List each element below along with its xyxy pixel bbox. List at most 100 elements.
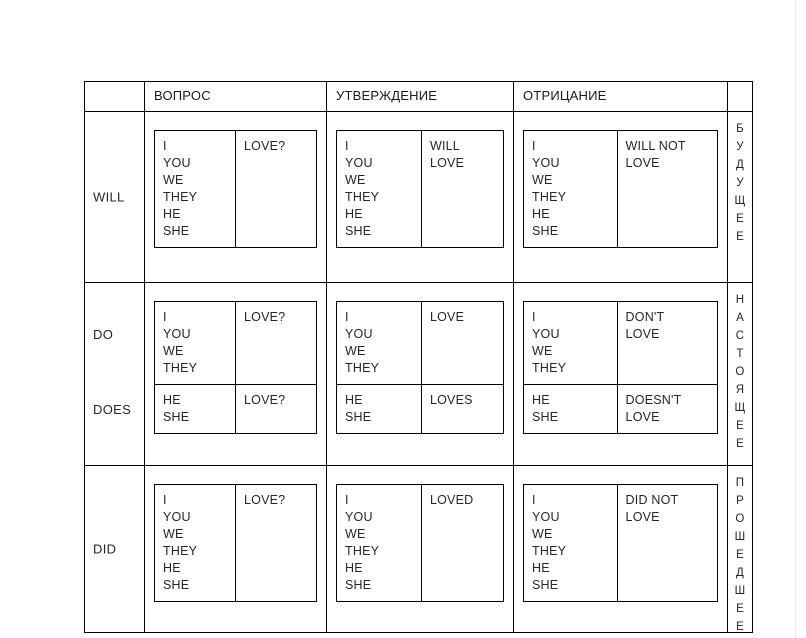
text-line: I — [163, 493, 167, 507]
predicate-list-past-negative: DID NOT LOVE — [618, 485, 717, 533]
text-line: LOVED — [429, 493, 474, 507]
subject-list-future-affirmative: I YOU WE THEY HE SHE — [337, 131, 421, 247]
predicate-list-present-negative-plural: DON'T LOVE — [618, 302, 717, 350]
subject-box: HE SHE — [524, 385, 618, 433]
table-row-future: WILL I YOU WE THEY HE SHE LOVE? I YOU WE… — [84, 111, 753, 283]
text-line: HE — [345, 207, 363, 221]
subject-box: I YOU WE THEY — [524, 302, 618, 384]
cell-future-affirmative: I YOU WE THEY HE SHE WILL LOVE — [326, 111, 514, 283]
text-line: LOVE? — [244, 139, 286, 153]
text-line: О — [735, 513, 745, 525]
text-line: HE — [345, 561, 363, 575]
vertical-label-past: ПРОШЕДШЕЕ — [728, 474, 752, 636]
text-line: I — [345, 493, 349, 507]
text-line: У — [736, 177, 744, 189]
text-line: LOVE — [625, 327, 660, 341]
text-line: WE — [163, 527, 184, 541]
predicate-list-future-affirmative: WILL LOVE — [422, 131, 503, 179]
predicate-box: DID NOT LOVE — [618, 485, 717, 601]
text-line: YOU — [345, 510, 373, 524]
predicate-list-present-question-plural: LOVE? — [236, 302, 316, 333]
inner-box-future-question: I YOU WE THEY HE SHE LOVE? — [154, 130, 317, 248]
predicate-box: LOVE — [422, 302, 503, 384]
text-line: SHE — [345, 410, 372, 424]
text-line: HE — [532, 393, 550, 407]
text-line: Б — [736, 123, 744, 135]
predicate-list-present-affirmative-plural: LOVE — [422, 302, 503, 333]
text-line: HE — [532, 207, 550, 221]
text-line: YOU — [163, 156, 191, 170]
text-line: Д — [736, 159, 744, 171]
aux-cell-past: DID — [84, 465, 145, 633]
predicate-list-future-question: LOVE? — [236, 131, 316, 162]
subject-box: I YOU WE THEY HE SHE — [337, 131, 422, 247]
inner-box-past-affirmative: I YOU WE THEY HE SHE LOVED — [336, 484, 504, 602]
cell-future-negative: I YOU WE THEY HE SHE WILL NOT LOVE — [513, 111, 728, 283]
text-line: Щ — [734, 195, 746, 207]
predicate-box: LOVES — [422, 385, 503, 433]
text-line: С — [735, 330, 745, 342]
predicate-box: LOVE? — [236, 485, 316, 601]
text-line: SHE — [532, 410, 559, 424]
subject-box: I YOU WE THEY HE SHE — [155, 131, 236, 247]
inner-box-present-affirmative: I YOU WE THEY LOVE HE SHE LOVES — [336, 301, 504, 434]
text-line: THEY — [532, 544, 567, 558]
text-line: YOU — [532, 156, 560, 170]
text-line: DON'T — [625, 310, 665, 324]
text-line: SHE — [532, 224, 559, 238]
subject-box: I YOU WE THEY HE SHE — [155, 485, 236, 601]
subject-list-past-negative: I YOU WE THEY HE SHE — [524, 485, 617, 601]
subject-list-present-negative-singular: HE SHE — [524, 385, 617, 433]
aux-label-does: DOES — [93, 401, 132, 417]
predicate-box: LOVED — [422, 485, 503, 601]
text-line: THEY — [163, 190, 198, 204]
table-header-row: ВОПРОС УТВЕРЖДЕНИЕ ОТРИЦАНИЕ — [84, 81, 753, 112]
predicate-box: DON'T LOVE — [618, 302, 717, 384]
table-row-past: DID I YOU WE THEY HE SHE LOVE? I YOU WE … — [84, 465, 753, 636]
text-line: YOU — [163, 510, 191, 524]
time-cell-past: ПРОШЕДШЕЕ — [727, 465, 753, 636]
text-line: WILL — [429, 139, 460, 153]
header-time-label — [728, 82, 752, 88]
text-line: YOU — [532, 510, 560, 524]
text-line: SHE — [163, 224, 190, 238]
text-line: Е — [736, 549, 744, 561]
text-line: THEY — [163, 361, 198, 375]
predicate-list-past-affirmative: LOVED — [422, 485, 503, 516]
text-line: WE — [532, 344, 553, 358]
text-line: Е — [736, 438, 744, 450]
text-line: DOESN'T — [625, 393, 682, 407]
english-tenses-table: ВОПРОС УТВЕРЖДЕНИЕ ОТРИЦАНИЕ WILL I YOU … — [84, 81, 753, 633]
text-line: WE — [532, 173, 553, 187]
predicate-list-present-affirmative-singular: LOVES — [422, 385, 503, 416]
header-negative-label: ОТРИЦАНИЕ — [523, 88, 607, 103]
text-line: THEY — [345, 190, 380, 204]
inner-subrow-plural: I YOU WE THEY LOVE? — [155, 302, 316, 385]
predicate-box: LOVE? — [236, 131, 316, 247]
text-line: LOVE — [625, 510, 660, 524]
subject-box: I YOU WE THEY HE SHE — [524, 485, 618, 601]
text-line: SHE — [532, 578, 559, 592]
text-line: LOVE — [625, 156, 660, 170]
text-line: YOU — [532, 327, 560, 341]
cell-present-question: I YOU WE THEY LOVE? HE SHE LOVE? — [144, 282, 327, 466]
inner-box-present-question: I YOU WE THEY LOVE? HE SHE LOVE? — [154, 301, 317, 434]
predicate-list-past-question: LOVE? — [236, 485, 316, 516]
aux-label-will: WILL — [93, 189, 125, 205]
text-line: А — [736, 312, 744, 324]
text-line: LOVE? — [244, 493, 286, 507]
header-negative-cell: ОТРИЦАНИЕ — [513, 81, 728, 112]
text-line: THEY — [345, 361, 380, 375]
vertical-label-future: БУДУЩЕЕ — [728, 120, 752, 246]
text-line: YOU — [345, 327, 373, 341]
subject-box: HE SHE — [155, 385, 236, 433]
predicate-box: WILL NOT LOVE — [618, 131, 717, 247]
text-line: HE — [163, 561, 181, 575]
text-line: I — [345, 139, 349, 153]
subject-list-present-question-singular: HE SHE — [155, 385, 235, 433]
header-affirmative-label: УТВЕРЖДЕНИЕ — [336, 88, 438, 103]
inner-subrow-singular: HE SHE LOVES — [337, 385, 503, 433]
text-line: SHE — [163, 410, 190, 424]
text-line: THEY — [163, 544, 198, 558]
inner-subrow-plural: I YOU WE THEY LOVE — [337, 302, 503, 385]
